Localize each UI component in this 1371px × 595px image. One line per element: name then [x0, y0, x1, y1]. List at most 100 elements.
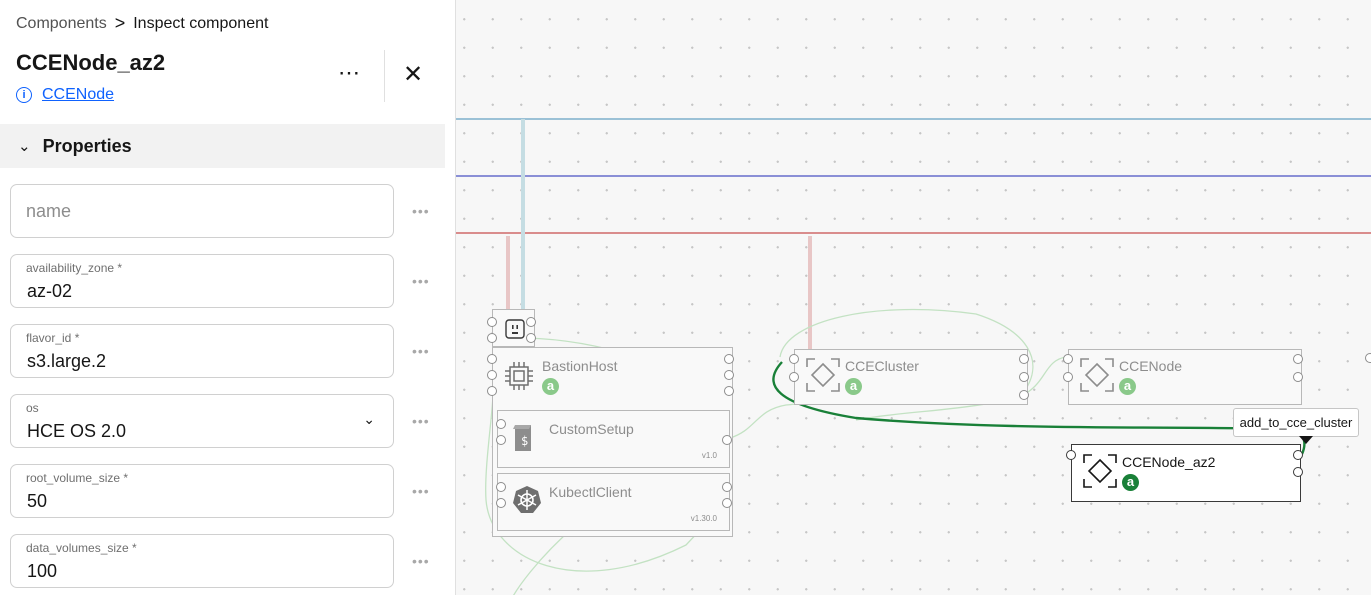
cce-cluster-port[interactable] [1019, 390, 1029, 400]
data-volumes-size-menu-icon[interactable]: ••• [412, 553, 430, 569]
root-volume-size-value: 50 [27, 491, 48, 511]
availability-zone-value: az-02 [27, 281, 73, 301]
inspect-panel: Components > Inspect component CCENode_a… [0, 0, 456, 595]
diagram-canvas[interactable]: BastionHost a $ CustomSetup v1.0 Kubectl… [456, 0, 1371, 595]
name-field[interactable]: name [10, 184, 394, 238]
bastion-host-label: BastionHost [542, 358, 618, 374]
breadcrumb-components-link[interactable]: Components [16, 15, 107, 33]
cce-node-az2-port[interactable] [1293, 450, 1303, 460]
kubernetes-icon [513, 486, 541, 513]
cce-node-label: CCENode [1119, 358, 1183, 374]
cce-cluster-port[interactable] [1019, 372, 1029, 382]
network-interface-icon [505, 319, 525, 339]
tooltip-arrow [1299, 436, 1313, 444]
cce-node-port[interactable] [1293, 354, 1303, 364]
kubectl-client-port[interactable] [496, 482, 506, 492]
cce-node-node[interactable]: CCENode a [1063, 349, 1303, 405]
data-volumes-size-field[interactable]: data_volumes_size * 100 [10, 534, 394, 588]
flavor-id-label: flavor_id * [26, 331, 80, 345]
cce-node-az2-node[interactable]: CCENode_az2 a [1066, 444, 1303, 502]
cce-cluster-port[interactable] [1019, 354, 1029, 364]
close-icon[interactable]: ✕ [403, 63, 423, 87]
cce-node-port[interactable] [1063, 372, 1073, 382]
os-label: os [26, 401, 39, 415]
root-volume-size-field[interactable]: root_volume_size * 50 [10, 464, 394, 518]
cce-cluster-port[interactable] [789, 354, 799, 364]
bastion-nic-port[interactable] [526, 317, 536, 327]
kubectl-client-node[interactable]: KubectlClient v1.30.0 [496, 473, 732, 531]
custom-setup-label: CustomSetup [549, 421, 634, 437]
data-volumes-size-value: 100 [27, 561, 58, 581]
breadcrumb-separator: > [114, 13, 126, 33]
flavor-id-field[interactable]: flavor_id * s3.large.2 [10, 324, 394, 378]
custom-setup-node[interactable]: $ CustomSetup v1.0 [496, 410, 732, 468]
cce-node-port[interactable] [1063, 354, 1073, 364]
custom-setup-version: v1.0 [701, 451, 717, 460]
kubectl-client-port[interactable] [496, 498, 506, 508]
name-placeholder: name [26, 201, 72, 221]
header-divider [384, 50, 385, 102]
cce-node-badge: a [1119, 378, 1136, 395]
kubectl-client-version: v1.30.0 [690, 514, 717, 523]
component-type: i CCENode [16, 86, 114, 104]
data-volumes-size-label: data_volumes_size * [26, 541, 137, 555]
bastion-nic-port[interactable] [487, 333, 497, 343]
availability-zone-label: availability_zone * [26, 261, 123, 275]
flavor-id-value: s3.large.2 [27, 351, 107, 371]
component-title: CCENode_az2 [16, 50, 166, 75]
offscreen-node-port[interactable] [1365, 353, 1371, 363]
kubectl-client-port[interactable] [722, 498, 732, 508]
os-select[interactable]: os HCE OS 2.0 ⌄ [10, 394, 394, 448]
cce-node-az2-label: CCENode_az2 [1122, 454, 1216, 470]
kubectl-client-label: KubectlClient [549, 484, 632, 500]
custom-setup-port[interactable] [496, 435, 506, 445]
properties-section-header[interactable]: ⌄ Properties [0, 124, 445, 168]
custom-setup-port[interactable] [722, 435, 732, 445]
cce-node-az2-badge: a [1122, 474, 1139, 491]
bastion-port[interactable] [724, 386, 734, 396]
bastion-port[interactable] [487, 370, 497, 380]
bastion-nic-node[interactable] [487, 309, 536, 347]
cce-node-az2-icon [1083, 454, 1117, 488]
cce-node-icon [1080, 358, 1114, 392]
component-type-link[interactable]: CCENode [42, 86, 114, 104]
cce-node-az2-port[interactable] [1066, 450, 1076, 460]
bastion-host-badge: a [542, 378, 559, 395]
bastion-port[interactable] [487, 386, 497, 396]
kubectl-client-port[interactable] [722, 482, 732, 492]
bastion-port[interactable] [724, 370, 734, 380]
cce-cluster-node[interactable]: CCECluster a [789, 349, 1029, 405]
availability-zone-field[interactable]: availability_zone * az-02 [10, 254, 394, 308]
cce-node-port[interactable] [1293, 372, 1303, 382]
overflow-menu-icon[interactable]: ⋯ [338, 62, 361, 84]
cce-cluster-icon [806, 358, 840, 392]
root-volume-size-menu-icon[interactable]: ••• [412, 483, 430, 499]
chevron-down-icon: ⌄ [363, 411, 375, 427]
cce-cluster-port[interactable] [789, 372, 799, 382]
svg-text:$: $ [521, 434, 528, 448]
breadcrumb-current: Inspect component [133, 14, 269, 32]
bastion-port[interactable] [724, 354, 734, 364]
availability-zone-menu-icon[interactable]: ••• [412, 273, 430, 289]
cce-cluster-badge: a [845, 378, 862, 395]
root-volume-size-label: root_volume_size * [26, 471, 129, 485]
os-menu-icon[interactable]: ••• [412, 413, 430, 429]
cce-node-az2-port[interactable] [1293, 467, 1303, 477]
cpu-chip-icon [505, 362, 533, 390]
custom-setup-port[interactable] [496, 419, 506, 429]
name-field-menu-icon[interactable]: ••• [412, 203, 430, 219]
wire-inactive [1027, 356, 1067, 393]
script-icon: $ [513, 425, 531, 451]
bastion-nic-port[interactable] [487, 317, 497, 327]
bastion-host-node[interactable]: BastionHost a $ CustomSetup v1.0 Kubectl… [487, 347, 734, 537]
flavor-id-menu-icon[interactable]: ••• [412, 343, 430, 359]
info-icon: i [16, 87, 32, 103]
connection-tooltip: add_to_cce_cluster [1233, 408, 1359, 437]
properties-section-label: Properties [42, 135, 132, 156]
chevron-down-icon: ⌄ [18, 138, 31, 155]
breadcrumb: Components > Inspect component [16, 13, 268, 34]
bastion-nic-port[interactable] [526, 333, 536, 343]
cce-cluster-label: CCECluster [845, 358, 919, 374]
os-value: HCE OS 2.0 [27, 421, 127, 441]
bastion-port[interactable] [487, 354, 497, 364]
